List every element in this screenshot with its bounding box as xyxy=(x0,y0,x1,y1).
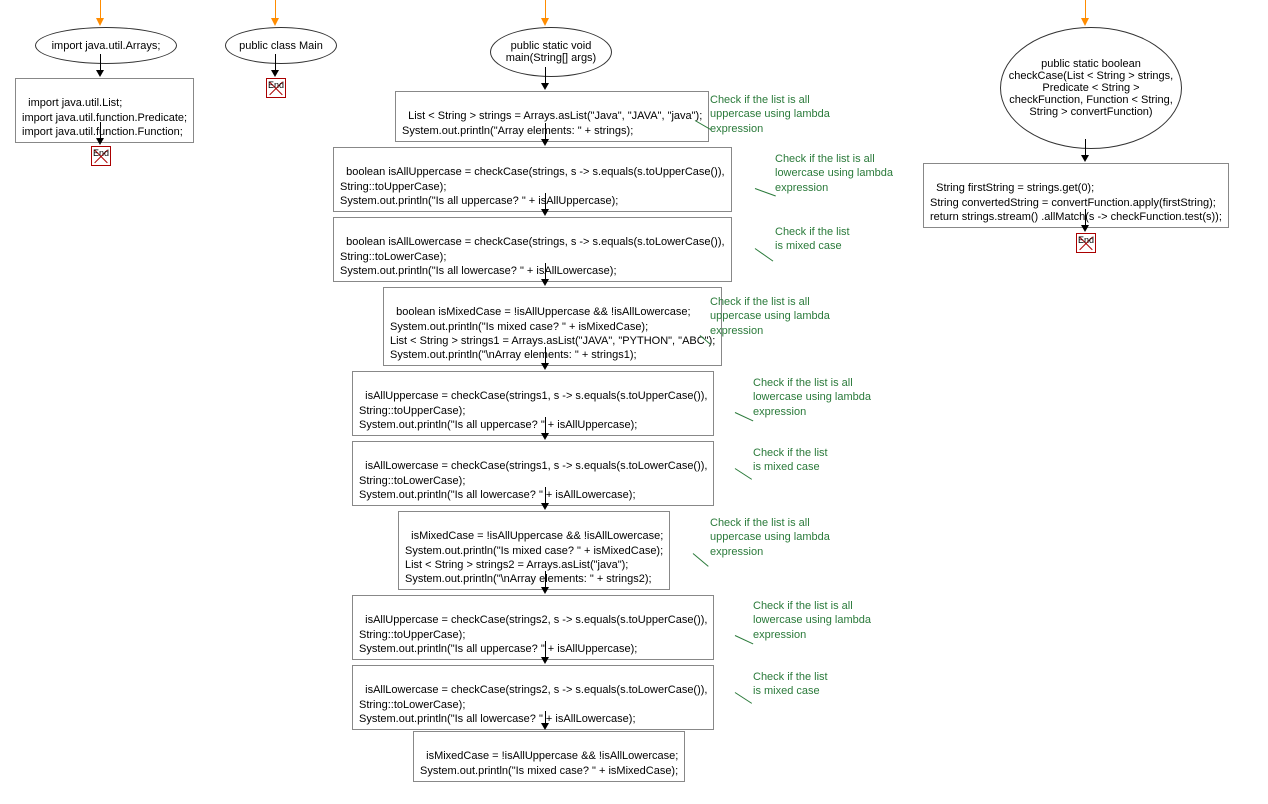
arrow-down-icon xyxy=(271,70,279,77)
comment-2: Check if the list is all lowercase using… xyxy=(775,152,893,195)
import-arrays-ellipse: import java.util.Arrays; xyxy=(35,27,177,64)
main-method-ellipse: public static void main(String[] args) xyxy=(490,27,612,77)
arrow-down-icon xyxy=(96,138,104,145)
comment-1: Check if the list is all uppercase using… xyxy=(710,93,830,136)
end-label: End xyxy=(1078,235,1094,245)
comment-connector xyxy=(755,248,774,261)
arrow-down-icon xyxy=(541,657,549,664)
box-4: boolean isMixedCase = !isAllUppercase &&… xyxy=(383,287,722,366)
checkcase-body-box: String firstString = strings.get(0); Str… xyxy=(923,163,1229,228)
comment-3: Check if the list is mixed case xyxy=(775,225,850,254)
entry-arrow-icon xyxy=(271,18,279,26)
entry-arrow-icon xyxy=(1081,18,1089,26)
ellipse-label: import java.util.Arrays; xyxy=(52,40,161,52)
entry-arrow-icon xyxy=(541,18,549,26)
comment-5: Check if the list is all lowercase using… xyxy=(753,376,871,419)
arrow-down-icon xyxy=(96,70,104,77)
box-text: isAllLowercase = checkCase(strings1, s -… xyxy=(359,460,707,501)
comment-connector xyxy=(735,635,754,644)
arrow-down-icon xyxy=(541,279,549,286)
box-9: isAllLowercase = checkCase(strings2, s -… xyxy=(352,665,714,730)
box-7: isMixedCase = !isAllUppercase && !isAllL… xyxy=(398,511,670,590)
box-3: boolean isAllLowercase = checkCase(strin… xyxy=(333,217,732,282)
end-label: End xyxy=(268,80,284,90)
entry-line xyxy=(275,0,276,20)
box-text: boolean isMixedCase = !isAllUppercase &&… xyxy=(390,306,715,361)
ellipse-label: public class Main xyxy=(239,40,323,52)
arrow-down-icon xyxy=(541,83,549,90)
box-text: List < String > strings = Arrays.asList(… xyxy=(402,110,702,136)
entry-line xyxy=(545,0,546,20)
arrow-down-icon xyxy=(541,139,549,146)
box-text: isMixedCase = !isAllUppercase && !isAllL… xyxy=(405,530,663,585)
entry-line xyxy=(1085,0,1086,20)
box-text: boolean isAllUppercase = checkCase(strin… xyxy=(340,166,725,207)
box-text: import java.util.List; import java.util.… xyxy=(22,97,187,138)
arrow-down-icon xyxy=(541,433,549,440)
arrow-down-icon xyxy=(1081,225,1089,232)
arrow-down-icon xyxy=(541,587,549,594)
box-1: List < String > strings = Arrays.asList(… xyxy=(395,91,709,142)
checkcase-method-ellipse: public static boolean checkCase(List < S… xyxy=(1000,27,1182,149)
box-text: isMixedCase = !isAllUppercase && !isAllL… xyxy=(420,750,678,776)
entry-line xyxy=(100,0,101,20)
end-label: End xyxy=(93,148,109,158)
ellipse-label: public static void main(String[] args) xyxy=(496,40,606,64)
comment-connector xyxy=(693,553,709,567)
comment-4: Check if the list is all uppercase using… xyxy=(710,295,830,338)
box-text: String firstString = strings.get(0); Str… xyxy=(930,182,1222,223)
comment-7: Check if the list is all uppercase using… xyxy=(710,516,830,559)
box-2: boolean isAllUppercase = checkCase(strin… xyxy=(333,147,732,212)
import-box: import java.util.List; import java.util.… xyxy=(15,78,194,143)
box-6: isAllLowercase = checkCase(strings1, s -… xyxy=(352,441,714,506)
arrow-down-icon xyxy=(541,209,549,216)
box-text: isAllLowercase = checkCase(strings2, s -… xyxy=(359,684,707,725)
comment-connector xyxy=(735,412,754,421)
box-10: isMixedCase = !isAllUppercase && !isAllL… xyxy=(413,731,685,782)
class-main-ellipse: public class Main xyxy=(225,27,337,64)
comment-connector xyxy=(735,692,752,704)
box-text: isAllUppercase = checkCase(strings1, s -… xyxy=(359,390,707,431)
arrow-down-icon xyxy=(1081,155,1089,162)
box-text: boolean isAllLowercase = checkCase(strin… xyxy=(340,236,725,277)
entry-arrow-icon xyxy=(96,18,104,26)
comment-9: Check if the list is mixed case xyxy=(753,670,828,699)
comment-8: Check if the list is all lowercase using… xyxy=(753,599,871,642)
box-5: isAllUppercase = checkCase(strings1, s -… xyxy=(352,371,714,436)
arrow-down-icon xyxy=(541,503,549,510)
comment-6: Check if the list is mixed case xyxy=(753,446,828,475)
arrow-down-icon xyxy=(541,723,549,730)
comment-connector xyxy=(755,188,776,196)
ellipse-label: public static boolean checkCase(List < S… xyxy=(1006,58,1176,118)
arrow-down-icon xyxy=(541,363,549,370)
box-8: isAllUppercase = checkCase(strings2, s -… xyxy=(352,595,714,660)
box-text: isAllUppercase = checkCase(strings2, s -… xyxy=(359,614,707,655)
comment-connector xyxy=(735,468,752,480)
